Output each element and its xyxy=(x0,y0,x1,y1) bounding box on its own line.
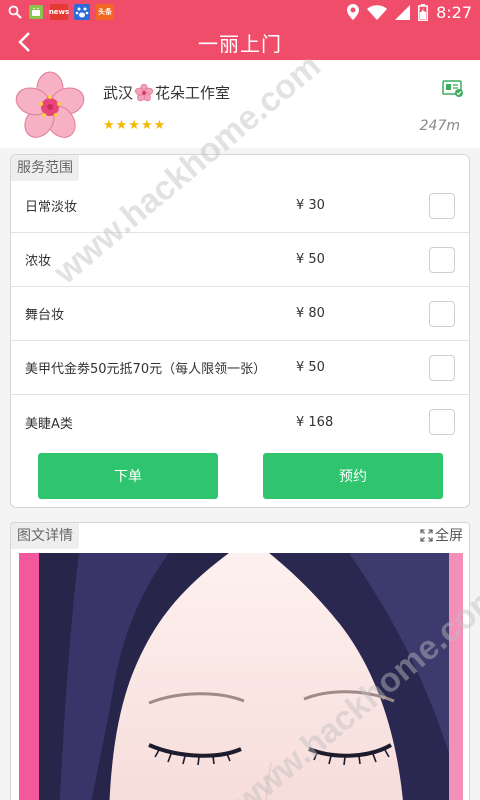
service-checkbox[interactable] xyxy=(429,300,455,327)
detail-panel: 图文详情 全屏 xyxy=(10,522,470,800)
system-icons: 8:27 xyxy=(347,3,472,22)
service-name: 美甲代金劵50元抵70元（每人限领一张） xyxy=(25,362,267,377)
fullscreen-button[interactable]: 全屏 xyxy=(420,525,463,545)
cherry-blossom-icon xyxy=(15,71,85,138)
face-photo-illustration xyxy=(19,553,463,800)
rating-stars: ★★★★★ xyxy=(103,118,167,133)
license-icon[interactable] xyxy=(442,80,464,102)
service-checkbox[interactable] xyxy=(429,246,455,273)
signal-icon xyxy=(395,4,411,20)
back-arrow-icon xyxy=(18,32,30,52)
back-button[interactable] xyxy=(8,26,40,58)
service-row[interactable]: 舞台妆 ¥ 80 xyxy=(11,287,469,341)
service-name: 日常淡妆 xyxy=(25,200,78,215)
status-bar: news 头条 8:27 xyxy=(0,0,480,24)
detail-title: 图文详情 xyxy=(11,523,79,549)
status-time: 8:27 xyxy=(436,2,472,22)
order-button[interactable]: 下单 xyxy=(38,453,218,499)
fullscreen-label: 全屏 xyxy=(435,528,463,544)
notification-icons: news 头条 xyxy=(8,4,114,20)
service-row[interactable]: 日常淡妆 ¥ 30 xyxy=(11,179,469,233)
book-button[interactable]: 预约 xyxy=(263,453,443,499)
shop-name: 武汉 花朵工作室 xyxy=(103,82,230,103)
shop-name-prefix: 武汉 xyxy=(103,84,134,102)
small-blossom-icon xyxy=(135,83,154,101)
search-icon xyxy=(8,5,22,19)
service-checkbox[interactable] xyxy=(429,409,455,435)
wifi-icon xyxy=(367,4,388,20)
service-row[interactable]: 美甲代金劵50元抵70元（每人限领一张） ¥ 50 xyxy=(11,341,469,395)
service-price: ¥ 168 xyxy=(296,414,334,430)
page-title: 一丽上门 xyxy=(198,31,282,56)
shop-logo xyxy=(14,70,86,142)
battery-icon xyxy=(418,3,429,21)
shop-card[interactable]: 武汉 花朵工作室 ★★★★★ 247m xyxy=(0,60,480,148)
detail-photo[interactable] xyxy=(19,553,463,800)
service-scope-panel: 服务范围 日常淡妆 ¥ 30 浓妆 ¥ 50 舞台妆 ¥ 80 美甲代金劵50元… xyxy=(10,154,470,508)
baidu-app-icon xyxy=(74,4,90,20)
service-scope-title: 服务范围 xyxy=(11,155,79,181)
location-icon xyxy=(347,4,360,20)
shop-name-suffix: 花朵工作室 xyxy=(155,84,231,102)
distance-label: 247m xyxy=(419,118,460,134)
service-name: 舞台妆 xyxy=(25,308,65,323)
toutiao-app-icon: 头条 xyxy=(96,4,114,20)
service-price: ¥ 50 xyxy=(296,360,325,375)
service-row[interactable]: 浓妆 ¥ 50 xyxy=(11,233,469,287)
service-checkbox[interactable] xyxy=(429,192,455,219)
service-name: 美睫A类 xyxy=(25,416,73,432)
service-price: ¥ 30 xyxy=(296,198,325,213)
news-app-icon: news xyxy=(49,4,69,20)
service-row[interactable]: 美睫A类 ¥ 168 xyxy=(11,395,469,449)
service-name: 浓妆 xyxy=(25,254,52,269)
title-bar: 一丽上门 xyxy=(0,24,480,60)
service-price: ¥ 50 xyxy=(296,252,325,267)
service-price: ¥ 80 xyxy=(296,306,325,321)
android-icon xyxy=(28,4,44,20)
expand-icon xyxy=(420,528,433,542)
service-checkbox[interactable] xyxy=(429,354,455,381)
service-list: 日常淡妆 ¥ 30 浓妆 ¥ 50 舞台妆 ¥ 80 美甲代金劵50元抵70元（… xyxy=(11,179,469,449)
